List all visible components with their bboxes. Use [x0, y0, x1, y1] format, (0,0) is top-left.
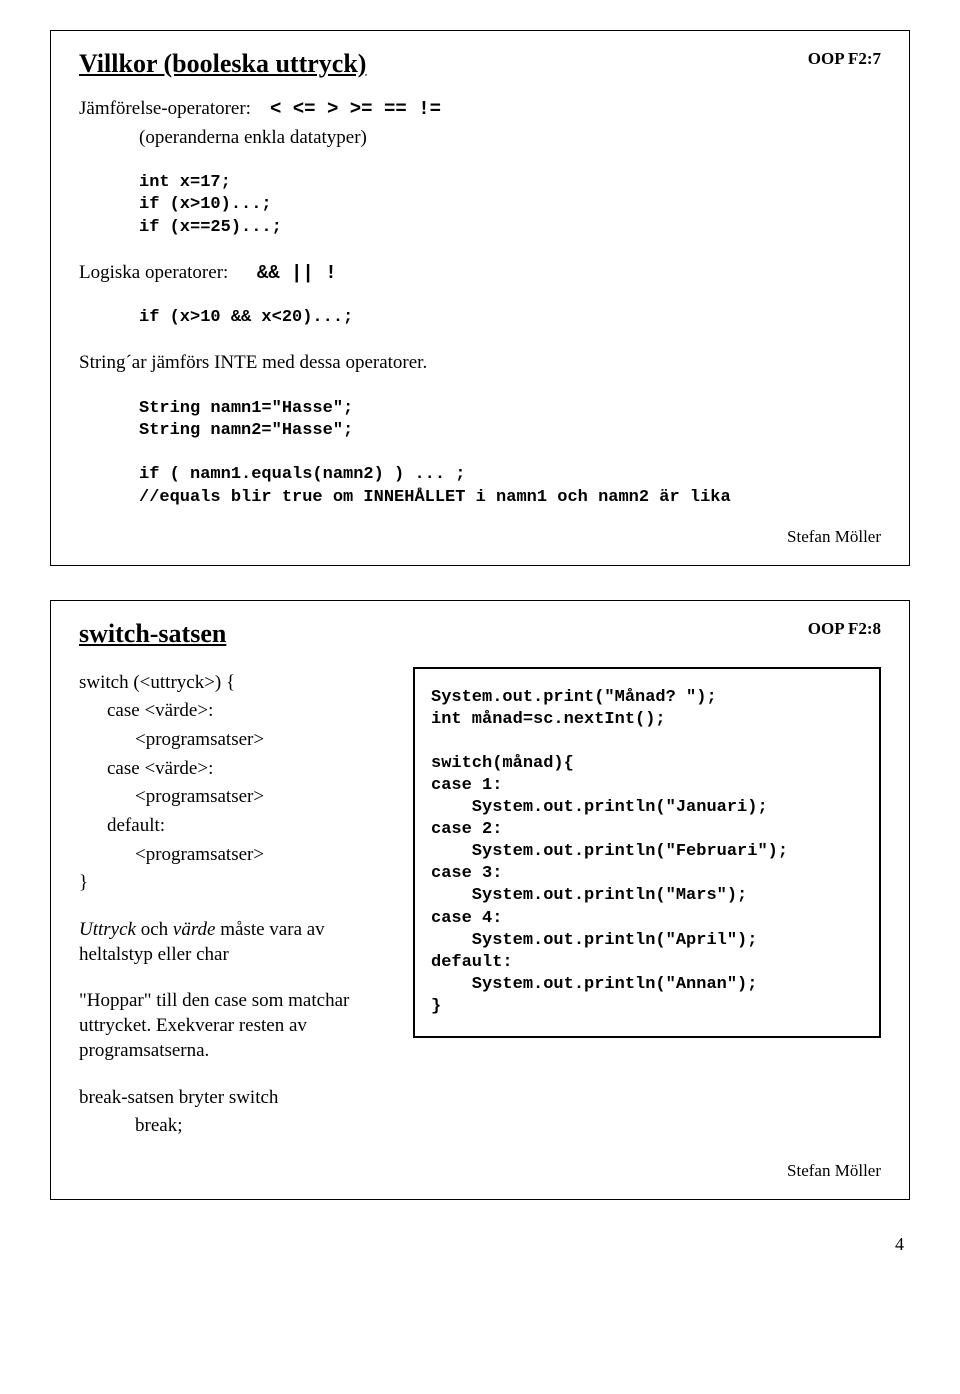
break-keyword: break;	[79, 1114, 389, 1139]
slide-switch: OOP F2:8 switch-satsen switch (<uttryck>…	[50, 600, 910, 1200]
syntax-line: <programsatser>	[79, 843, 389, 868]
logical-label: Logiska operatorer:	[79, 262, 228, 283]
string-note: String´ar jämförs INTE med dessa operato…	[79, 351, 881, 376]
logical-line: Logiska operatorer: && || !	[79, 261, 881, 286]
paragraph-uttryck: Uttryck och värde måste vara av heltalst…	[79, 918, 389, 967]
example-code-box: System.out.print("Månad? "); int månad=s…	[413, 667, 881, 1038]
compare-line: Jämförelse-operatorer: < <= > >= == !=	[79, 97, 881, 122]
syntax-line: case <värde>:	[79, 757, 389, 782]
code-block-1: int x=17; if (x>10)...; if (x==25)...;	[79, 172, 881, 238]
slide-villkor: OOP F2:7 Villkor (booleska uttryck) Jämf…	[50, 30, 910, 566]
two-column-layout: switch (<uttryck>) { case <värde>: <prog…	[79, 667, 881, 1143]
paragraph-break: break-satsen bryter switch	[79, 1086, 389, 1111]
syntax-line: <programsatser>	[79, 785, 389, 810]
author-name: Stefan Möller	[79, 1161, 881, 1181]
syntax-line: case <värde>:	[79, 699, 389, 724]
syntax-line: switch (<uttryck>) {	[79, 671, 389, 696]
compare-label: Jämförelse-operatorer:	[79, 98, 251, 119]
syntax-line: <programsatser>	[79, 728, 389, 753]
page-number: 4	[50, 1234, 910, 1255]
code-block-3: String namn1="Hasse"; String namn2="Hass…	[79, 398, 881, 508]
slide-tag: OOP F2:7	[808, 49, 881, 69]
heading-villkor: Villkor (booleska uttryck)	[79, 49, 881, 79]
compare-ops: < <= > >= == !=	[270, 98, 441, 120]
heading-switch: switch-satsen	[79, 619, 881, 649]
slide-tag: OOP F2:8	[808, 619, 881, 639]
code-block-2: if (x>10 && x<20)...;	[79, 307, 881, 329]
operands-note: (operanderna enkla datatyper)	[79, 126, 881, 151]
left-column: switch (<uttryck>) { case <värde>: <prog…	[79, 667, 389, 1143]
syntax-line: default:	[79, 814, 389, 839]
emph-varde: värde	[173, 919, 216, 940]
syntax-line: }	[79, 871, 389, 896]
right-column: System.out.print("Månad? "); int månad=s…	[413, 667, 881, 1038]
author-name: Stefan Möller	[79, 527, 881, 547]
paragraph-hoppar: "Hoppar" till den case som matchar uttry…	[79, 989, 389, 1063]
logical-ops: && || !	[257, 262, 337, 284]
emph-uttryck: Uttryck	[79, 919, 136, 940]
example-code: System.out.print("Månad? "); int månad=s…	[431, 687, 863, 1018]
